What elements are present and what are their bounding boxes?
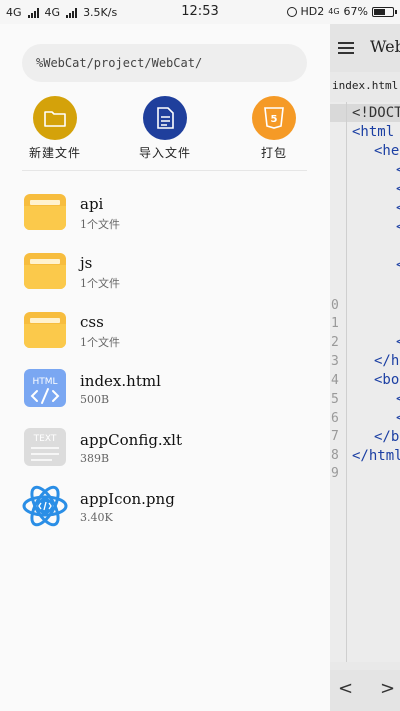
hd-label: HD2 [300,5,325,18]
code-line: </body [374,429,400,445]
code-line: <head [374,143,400,159]
action-row: 新建文件 导入文件 5 打包 [0,96,330,176]
line-number: 3 [331,354,339,369]
code-fragment: < [396,334,400,350]
folder-icon [22,308,68,350]
line-number: 2 [331,335,339,350]
alarm-icon [286,6,297,17]
package-label: 打包 [260,146,287,160]
code-fragment: < [396,181,400,197]
file-name: css [80,313,104,331]
line-number: 7 [331,429,339,444]
code-line: </head [374,353,400,369]
line-number: 9 [331,466,339,481]
line-number: 1 [331,316,339,331]
code-fragment: < [396,219,400,235]
file-meta: 389B [80,452,110,465]
image-file-icon [22,485,68,527]
file-meta: 500B [80,393,110,406]
import-file-button[interactable]: 导入文件 [120,96,210,161]
code-fragment: < [396,162,400,178]
status-right: HD2 4G 67% [286,5,397,18]
document-icon [143,96,187,140]
line-number: 5 [331,392,339,407]
folder-icon [33,96,77,140]
editor-body[interactable]: 0 1 2 3 4 5 6 7 8 9 <!DOCTYPE <html <hea… [330,102,400,662]
file-item-index-html[interactable]: HTML index.html 500B [22,365,312,415]
new-file-label: 新建文件 [28,146,81,160]
folder-icon [22,249,68,291]
battery-percent: 67% [343,5,368,18]
file-name: api [80,195,104,213]
code-line: <body [374,372,400,388]
editor-filename[interactable]: index.html [332,79,398,92]
file-item-appconfig[interactable]: TEXT appConfig.xlt 389B [22,424,312,474]
file-name: js [80,254,93,272]
menu-icon[interactable] [338,42,354,57]
html5-icon: 5 [252,96,296,140]
code-line: <html [352,124,395,140]
svg-text:HTML: HTML [32,377,57,387]
line-number: 6 [331,411,339,426]
divider [22,170,307,171]
file-meta: 1个文件 [80,218,120,231]
file-meta: 3.40K [80,511,113,524]
svg-text:5: 5 [271,114,278,125]
file-item-css[interactable]: css 1个文件 [22,306,312,356]
battery-level [374,8,386,15]
file-name: appConfig.xlt [80,431,182,449]
prev-button[interactable]: < [338,678,353,699]
battery-icon [372,6,397,17]
file-item-api[interactable]: api 1个文件 [22,188,312,238]
file-meta: 1个文件 [80,277,120,290]
code-line: </html [352,448,400,464]
code-fragment: < [396,200,400,216]
line-number: 8 [331,448,339,463]
code-line: <!DOCTYPE [352,105,400,121]
code-fragment: < [396,410,400,426]
path-bar[interactable]: %WebCat/project/WebCat/ [22,44,307,82]
status-bar: 4G 4G 3.5K/s 12:53 HD2 4G 67% [0,0,400,24]
file-name: index.html [80,372,161,390]
line-number: 0 [331,298,339,313]
svg-text:TEXT: TEXT [33,434,57,444]
new-file-button[interactable]: 新建文件 [10,96,100,161]
import-file-label: 导入文件 [138,146,191,160]
html-file-icon: HTML [22,367,68,409]
line-number: 4 [331,373,339,388]
network-type: 4G [328,7,340,16]
file-item-appicon[interactable]: appIcon.png 3.40K [22,483,312,533]
code-editor: WebCat index.html 0 1 2 3 4 5 6 7 8 9 <!… [330,24,400,711]
text-file-icon: TEXT [22,426,68,468]
file-drawer: %WebCat/project/WebCat/ 新建文件 导入文件 5 打包 a… [0,24,330,711]
file-meta: 1个文件 [80,336,120,349]
file-item-js[interactable]: js 1个文件 [22,247,312,297]
gutter-divider [346,102,347,662]
editor-toolbar: WebCat [330,24,400,72]
next-button[interactable]: > [380,678,395,699]
folder-icon [22,190,68,232]
package-button[interactable]: 5 打包 [229,96,319,161]
code-fragment: < [396,391,400,407]
code-fragment: < [396,257,400,273]
editor-bottom-bar: < > [330,670,400,711]
editor-title: WebCat [370,37,400,56]
file-name: appIcon.png [80,490,175,508]
